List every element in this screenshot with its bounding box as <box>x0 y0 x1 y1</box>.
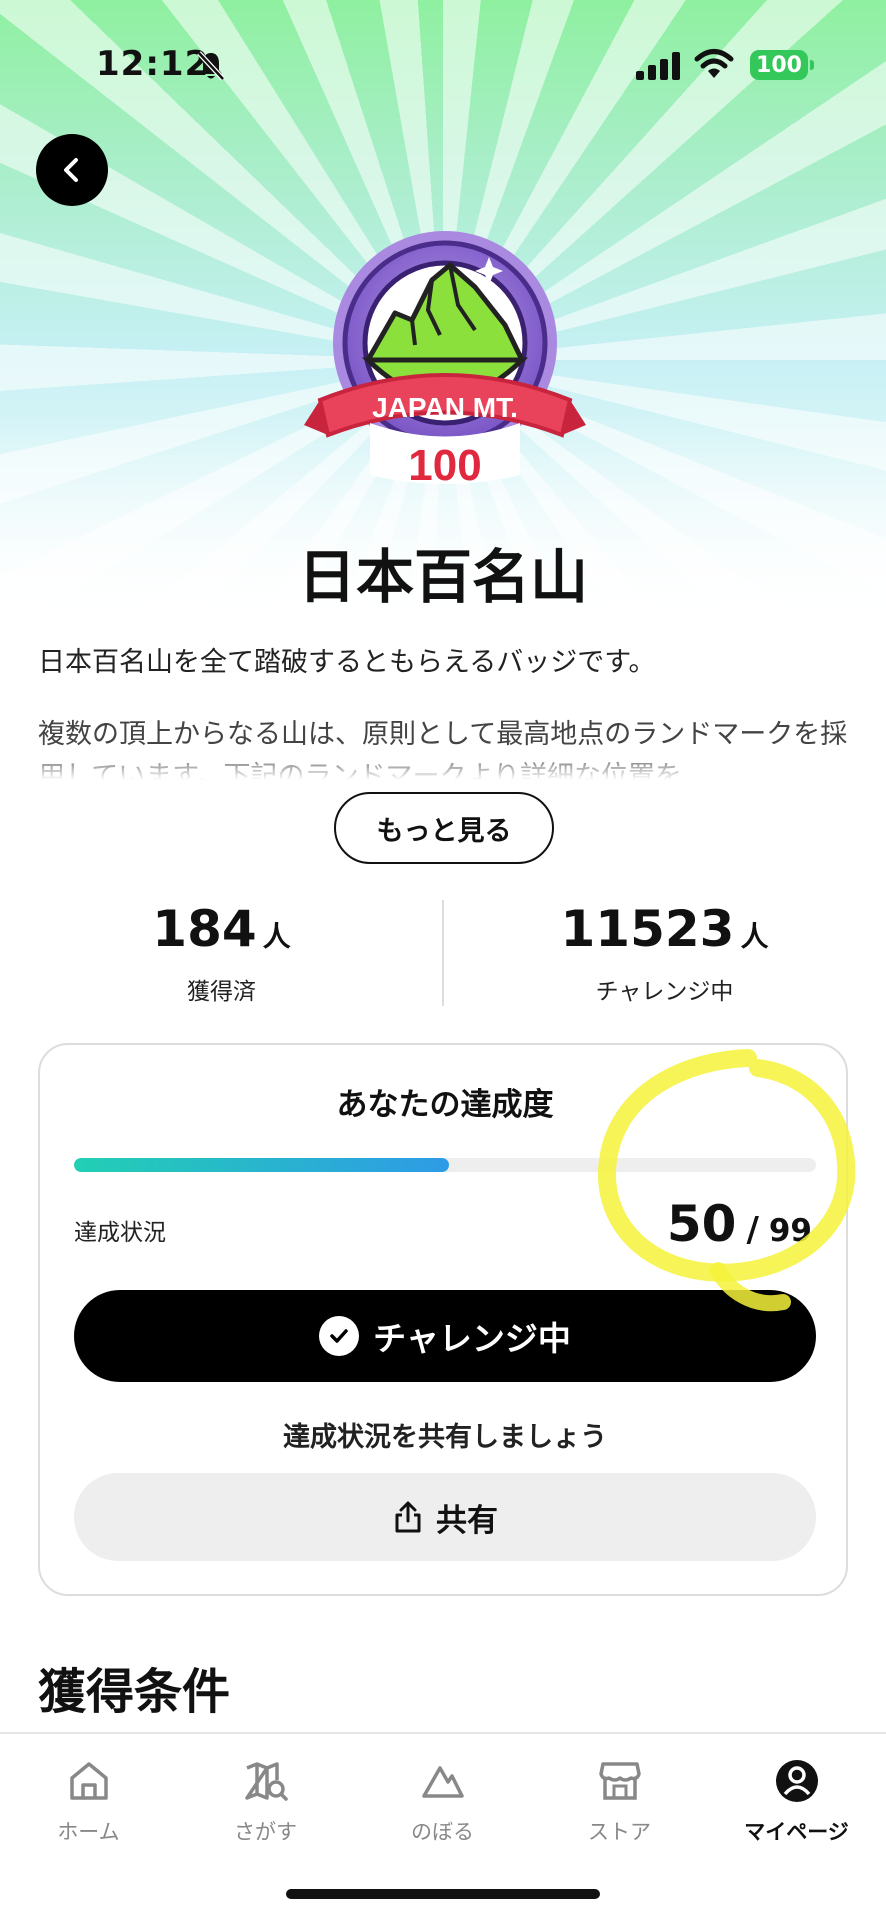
check-circle-icon <box>319 1316 360 1356</box>
page-title: 日本百名山 <box>297 543 588 611</box>
battery-level: 100 <box>756 52 802 78</box>
status-total: 99 <box>768 1213 812 1249</box>
stat-acquired: 184 人 獲得済 <box>0 900 443 1006</box>
tab-home[interactable]: ホーム <box>0 1758 177 1846</box>
share-button[interactable]: 共有 <box>74 1473 816 1561</box>
status-separator: / <box>746 1210 759 1250</box>
acquired-unit: 人 <box>262 920 291 953</box>
progress-card-title: あなたの達成度 <box>336 1087 554 1123</box>
share-prompt: 達成状況を共有しましょう <box>283 1422 607 1453</box>
challenging-unit: 人 <box>740 920 769 953</box>
acquired-label: 獲得済 <box>187 979 256 1005</box>
signal-icon <box>636 52 680 80</box>
progress-bar <box>74 1158 816 1172</box>
challenge-button[interactable]: チャレンジ中 <box>74 1290 816 1382</box>
tab-mypage[interactable]: マイページ <box>708 1758 885 1846</box>
chevron-left-icon <box>64 158 78 182</box>
tab-climb-label: のぼる <box>411 1820 474 1844</box>
tab-search-label: さがす <box>234 1820 297 1844</box>
home-indicator <box>286 1889 600 1899</box>
badge-line1: JAPAN MT. <box>372 392 518 423</box>
wifi-icon <box>694 49 734 78</box>
tab-store[interactable]: ストア <box>531 1758 708 1846</box>
description-more: 複数の頂上からなる山は、原則として最高地点のランドマークを採用しています。下記の… <box>38 719 848 780</box>
conditions-title: 獲得条件 <box>38 1664 231 1720</box>
challenging-count: 11523 <box>560 900 735 958</box>
badge-emblem: JAPAN MT. 100 <box>304 231 586 490</box>
description-line: 日本百名山を全て踏破するともらえるバッジです。 <box>38 647 656 678</box>
challenging-label: チャレンジ中 <box>595 979 734 1005</box>
badge-line2: 100 <box>408 441 481 490</box>
home-icon <box>69 1762 108 1800</box>
mountain-icon <box>421 1766 464 1798</box>
stat-challenging: 11523 人 チャレンジ中 <box>443 900 886 1006</box>
acquired-count: 184 <box>152 900 257 958</box>
challenge-button-label: チャレンジ中 <box>373 1319 571 1358</box>
tab-store-label: ストア <box>588 1820 651 1844</box>
progress-fill <box>74 1158 449 1172</box>
store-icon <box>598 1762 641 1800</box>
bell-muted-icon <box>197 51 225 81</box>
tab-mypage-label: マイページ <box>744 1820 849 1844</box>
status-label: 達成状況 <box>74 1220 166 1246</box>
status-current: 50 <box>666 1195 737 1253</box>
tab-search[interactable]: さがす <box>177 1758 354 1846</box>
map-search-icon <box>244 1762 288 1801</box>
share-button-label: 共有 <box>436 1502 498 1539</box>
status-time: 12:12 <box>96 44 210 84</box>
status-count: 50/99 <box>667 1195 812 1253</box>
profile-icon <box>775 1760 818 1802</box>
progress-card: あなたの達成度 達成状況 50/99 チャレンジ中 達成状況を共有しましょう 共… <box>38 1043 848 1596</box>
tab-home-label: ホーム <box>57 1820 120 1844</box>
back-button[interactable] <box>36 134 108 206</box>
more-button[interactable]: もっと見る <box>334 792 554 864</box>
battery-indicator: 100 <box>750 50 814 80</box>
tab-climb[interactable]: のぼる <box>354 1758 531 1846</box>
share-icon <box>395 1501 421 1533</box>
